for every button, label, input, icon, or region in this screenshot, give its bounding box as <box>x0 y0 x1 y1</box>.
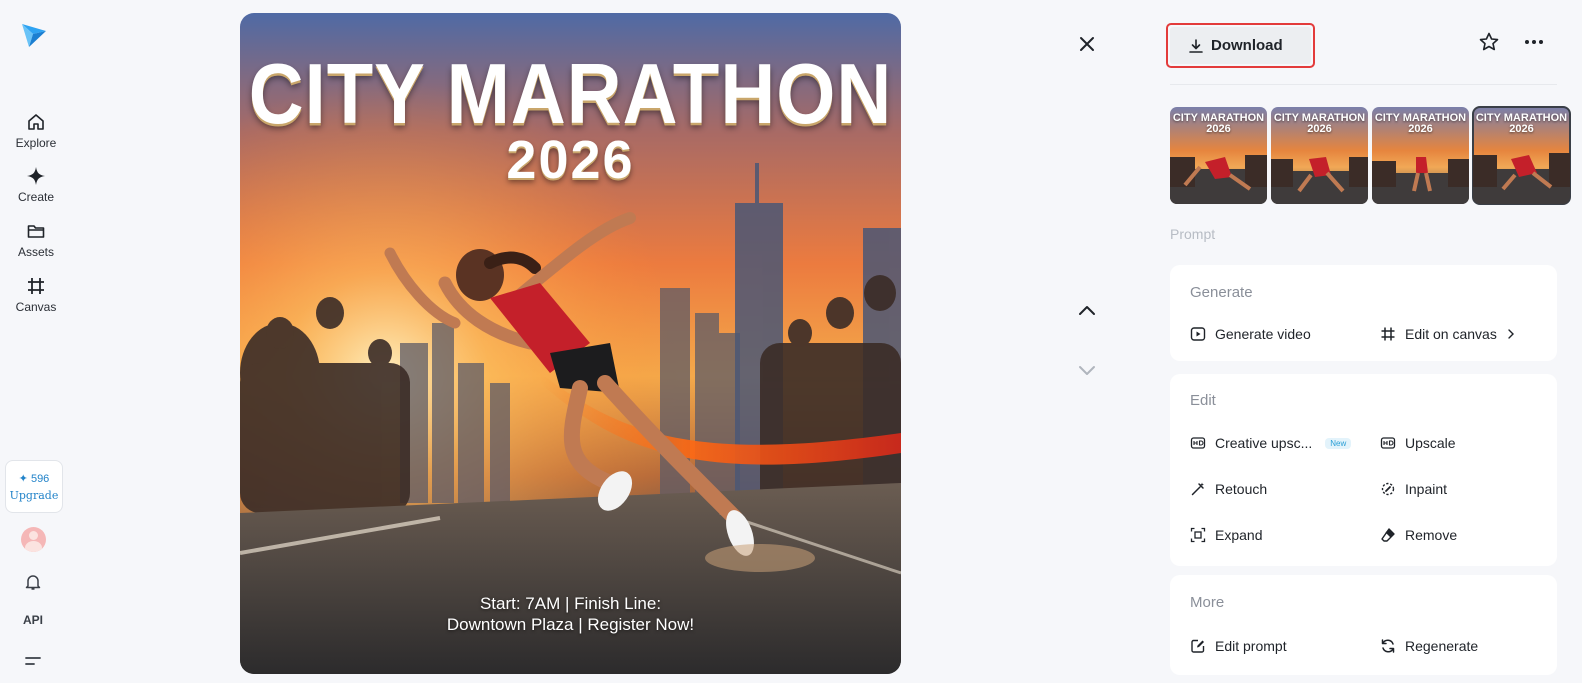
remove-label: Remove <box>1405 527 1458 543</box>
thumbnail-1[interactable]: CITY MARATHON 2026 <box>1170 107 1267 204</box>
sidebar-item-label: Canvas <box>15 300 57 314</box>
sidebar-item-create[interactable]: Create <box>0 166 72 204</box>
edit-prompt-button[interactable]: Edit prompt <box>1190 638 1287 654</box>
collapse-menu-icon[interactable] <box>24 655 42 674</box>
thumbnail-3[interactable]: CITY MARATHON 2026 <box>1372 107 1469 204</box>
sidebar-item-label: Explore <box>15 136 57 150</box>
thumbnail-title: CITY MARATHON 2026 <box>1172 112 1265 135</box>
credits-count: ✦ 596 <box>18 472 50 485</box>
app-logo-icon[interactable] <box>19 20 49 50</box>
regenerate-icon <box>1381 639 1395 653</box>
thumbnail-4-selected[interactable]: CITY MARATHON 2026 <box>1472 106 1571 205</box>
more-options-icon[interactable] <box>1524 34 1544 55</box>
inpaint-label: Inpaint <box>1405 481 1448 497</box>
edit-prompt-label: Edit prompt <box>1215 638 1287 654</box>
thumbnail-title: CITY MARATHON 2026 <box>1475 112 1568 135</box>
divider <box>1170 84 1557 85</box>
download-label: Download <box>1211 37 1283 54</box>
chevron-up-icon[interactable] <box>1075 302 1099 323</box>
section-heading-more: More <box>1190 594 1225 611</box>
canvas-icon <box>1381 327 1395 341</box>
sidebar-item-assets[interactable]: Assets <box>0 221 72 259</box>
upgrade-label: Upgrade <box>9 488 59 502</box>
sidebar-item-canvas[interactable]: Canvas <box>0 276 72 314</box>
upscale-label: Upscale <box>1405 435 1456 451</box>
download-icon <box>1189 38 1203 53</box>
edit-section: Edit Creative upsc... New Upscale Retouc… <box>1170 374 1557 566</box>
sidebar-item-label: Create <box>17 190 55 204</box>
hd-upscale-icon <box>1380 437 1396 449</box>
retouch-button[interactable]: Retouch <box>1190 481 1267 497</box>
canvas-icon <box>28 278 44 294</box>
edit-on-canvas-label: Edit on canvas <box>1405 326 1497 342</box>
expand-button[interactable]: Expand <box>1190 527 1262 543</box>
home-icon <box>28 114 44 130</box>
prompt-label: Prompt <box>1170 226 1216 242</box>
inpaint-icon <box>1381 482 1395 496</box>
regenerate-button[interactable]: Regenerate <box>1380 638 1478 654</box>
variant-thumbnails: CITY MARATHON 2026 CITY MARATHON 2026 CI… <box>1170 106 1571 205</box>
poster-footer-line2: Downtown Plaza | Register Now! <box>446 615 695 634</box>
thumbnail-title: CITY MARATHON 2026 <box>1273 112 1366 135</box>
sidebar-item-label: Assets <box>17 245 54 259</box>
close-icon[interactable] <box>1075 32 1099 56</box>
edit-prompt-icon <box>1191 639 1205 653</box>
generate-section: Generate Generate video Edit on canvas <box>1170 265 1557 361</box>
creative-upscale-label: Creative upsc... <box>1215 435 1313 451</box>
sidebar-item-explore[interactable]: Explore <box>0 112 72 150</box>
section-heading-generate: Generate <box>1190 284 1253 301</box>
section-heading-edit: Edit <box>1190 392 1216 409</box>
generate-video-label: Generate video <box>1215 326 1311 342</box>
star-icon[interactable] <box>1478 31 1500 58</box>
edit-on-canvas-button[interactable]: Edit on canvas <box>1380 326 1516 342</box>
generate-video-button[interactable]: Generate video <box>1190 326 1311 342</box>
sidebar: Explore Create Assets Canvas ✦ 596 Upgra… <box>0 0 72 683</box>
more-section: More Edit prompt Regenerate <box>1170 575 1557 675</box>
thumbnail-title: CITY MARATHON 2026 <box>1374 112 1467 135</box>
thumbnail-2[interactable]: CITY MARATHON 2026 <box>1271 107 1368 204</box>
creative-upscale-button[interactable]: Creative upsc... New <box>1190 435 1352 451</box>
magic-wand-icon <box>1191 482 1204 496</box>
api-link[interactable]: API <box>23 613 43 627</box>
bell-icon[interactable] <box>23 572 43 597</box>
hd-icon <box>1190 437 1206 449</box>
poster-footer-line1: Start: 7AM | Finish Line: <box>479 594 662 613</box>
new-badge: New <box>1325 437 1352 449</box>
remove-button[interactable]: Remove <box>1380 527 1457 543</box>
download-button[interactable]: Download <box>1166 23 1315 68</box>
poster-year: 2026 <box>506 130 635 190</box>
avatar[interactable] <box>21 527 46 552</box>
sparkle-icon <box>27 167 45 185</box>
expand-icon <box>1190 527 1206 543</box>
retouch-label: Retouch <box>1215 481 1268 497</box>
eraser-icon <box>1381 528 1395 542</box>
inpaint-button[interactable]: Inpaint <box>1380 481 1447 497</box>
upscale-button[interactable]: Upscale <box>1380 435 1456 451</box>
chevron-right-icon <box>1508 329 1514 339</box>
video-play-icon <box>1190 327 1206 341</box>
expand-label: Expand <box>1215 527 1263 543</box>
regenerate-label: Regenerate <box>1405 638 1479 654</box>
generated-image: CITY MARATHON 2026 Start: 7AM | Finish L… <box>240 13 901 674</box>
chevron-down-icon[interactable] <box>1075 362 1099 383</box>
folder-icon <box>27 225 45 238</box>
credits-upgrade-button[interactable]: ✦ 596 Upgrade <box>5 460 63 513</box>
